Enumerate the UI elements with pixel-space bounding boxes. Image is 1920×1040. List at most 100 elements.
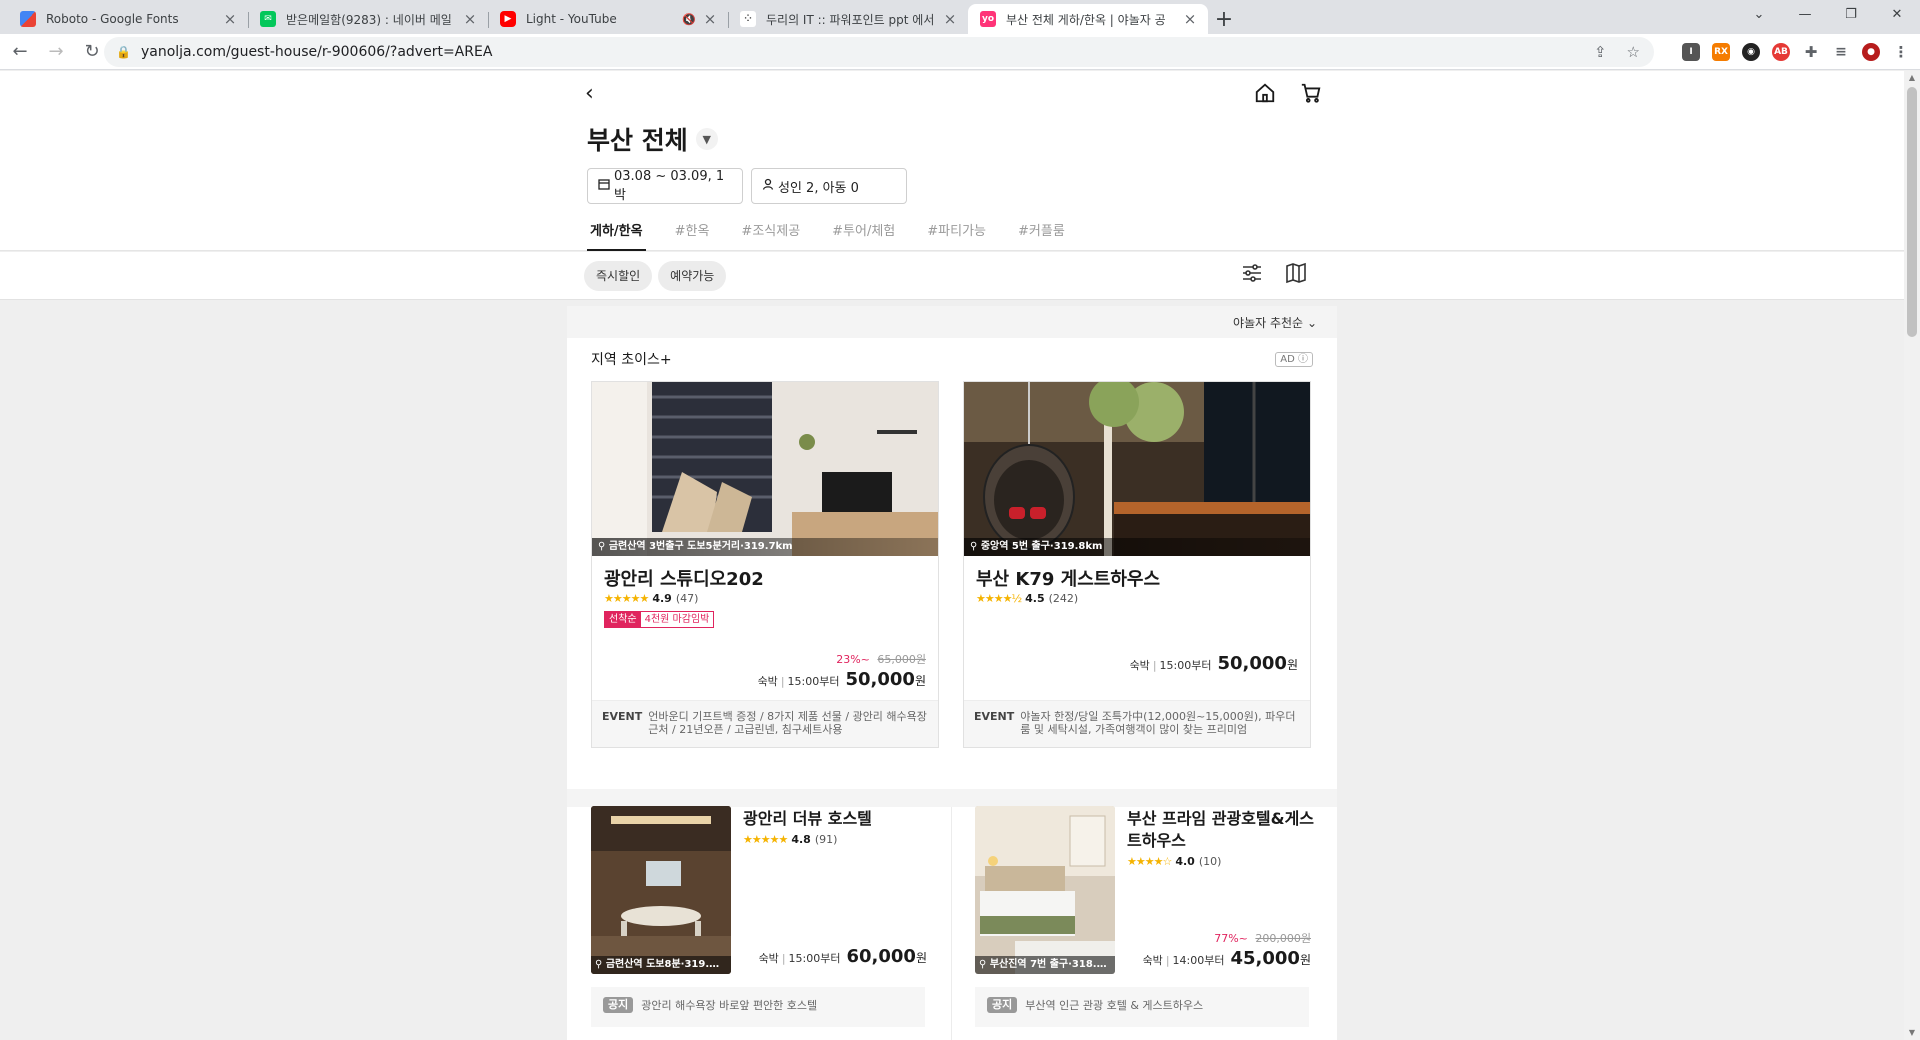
ad-badge[interactable]: AD ⓘ (1275, 352, 1313, 367)
pin-icon: ⚲ (970, 541, 978, 552)
price: 45,000 (1230, 948, 1300, 969)
close-tab-icon[interactable]: × (222, 10, 238, 28)
review-count: (10) (1198, 855, 1222, 868)
sort-dropdown[interactable]: 야놀자 추천순 ⌄ (567, 306, 1337, 338)
close-window-icon[interactable]: ✕ (1874, 0, 1920, 30)
browser-tab-yanolja[interactable]: yo 부산 전체 게하/한옥 | 야놀자 공 × (968, 4, 1208, 34)
yanolja-favicon-icon: yo (980, 11, 996, 27)
tab-tour[interactable]: #투어/체험 (829, 221, 898, 251)
stay-label: 숙박 (1142, 954, 1163, 967)
room-photo: ⚲ 중앙역 5번 출구·319.8km (964, 382, 1310, 556)
new-tab-button[interactable]: + (1208, 4, 1240, 34)
room-thumbnail: ⚲ 금련산역 도보8분·319.… (591, 806, 731, 974)
youtube-favicon-icon: ▶ (500, 11, 516, 27)
stay-label: 숙박 (1129, 659, 1150, 672)
browser-menu-icon[interactable]: ⋮ (1892, 43, 1910, 61)
browser-tab-duri-it[interactable]: ⁘ 두리의 IT :: 파워포인트 ppt 에서 × (728, 4, 968, 34)
promo-badge: 선착순 4천원 마감임박 (604, 611, 715, 628)
page-viewport: ‹ 부산 전체 ▼ 03.08 ~ 03.09, 1박 성인 2, 아동 0 게… (0, 71, 1904, 1040)
tab-hanok[interactable]: #한옥 (672, 221, 713, 251)
extension-icon[interactable]: RX (1712, 43, 1730, 61)
lock-icon[interactable]: 🔒 (116, 45, 131, 59)
room-thumbnail: ⚲ 부산진역 7번 출구·318.… (975, 806, 1115, 974)
property-name: 광안리 스튜디오202 (604, 569, 764, 590)
map-icon[interactable] (1284, 261, 1308, 289)
tab-guesthouse-hanok[interactable]: 게하/한옥 (587, 221, 646, 251)
location-text: 중앙역 5번 출구·319.8km (980, 541, 1103, 552)
region-selector[interactable]: 부산 전체 ▼ (587, 121, 718, 157)
date-filter-button[interactable]: 03.08 ~ 03.09, 1박 (587, 168, 743, 204)
extension-icon[interactable]: I (1682, 43, 1700, 61)
location-label: ⚲ 부산진역 7번 출구·318.… (975, 956, 1115, 974)
event-label: EVENT (602, 710, 643, 723)
back-arrow-icon[interactable]: ← (4, 36, 36, 68)
address-bar[interactable]: 🔒 yanolja.com/guest-house/r-900606/?adve… (104, 37, 1654, 67)
close-tab-icon[interactable]: × (1182, 10, 1198, 28)
notice-tag: 공지 (987, 997, 1018, 1013)
price-block: 숙박 | 15:00부터 60,000원 (758, 946, 927, 967)
browser-tab-youtube[interactable]: ▶ Light - YouTube 🔇 × (488, 4, 728, 34)
browser-tab-naver-mail[interactable]: ✉ 받은메일함(9283) : 네이버 메일 × (248, 4, 488, 34)
list-item[interactable]: ⚲ 부산진역 7번 출구·318.… 부산 프라임 관광호텔&게스트하우스 ★★… (975, 806, 1335, 1036)
tab-search-icon[interactable]: ⌄ (1736, 0, 1782, 30)
restore-icon[interactable]: ❐ (1828, 0, 1874, 30)
featured-card[interactable]: ⚲ 금련산역 3번출구 도보5분거리·319.7km 광안리 스튜디오202 ★… (591, 381, 939, 748)
browser-tab-google-fonts[interactable]: Roboto - Google Fonts × (8, 4, 248, 34)
location-label: ⚲ 중앙역 5번 출구·319.8km (964, 538, 1310, 556)
featured-card[interactable]: ⚲ 중앙역 5번 출구·319.8km 부산 K79 게스트하우스 ★★★★½ … (963, 381, 1311, 748)
star-rating-icon: ★★★★☆ (1127, 855, 1172, 868)
filter-sliders-icon[interactable] (1240, 261, 1264, 289)
window-controls: ⌄ — ❐ ✕ (1736, 0, 1920, 30)
profile-avatar-icon[interactable]: ● (1862, 43, 1880, 61)
extension-icon[interactable]: ◉ (1742, 43, 1760, 61)
tistory-favicon-icon: ⁘ (740, 11, 756, 27)
discount-rate: 23%~ (836, 653, 870, 666)
naver-mail-favicon-icon: ✉ (260, 11, 276, 27)
price-block: 77%~ 200,000원 숙박 | 14:00부터 45,000원 (1142, 932, 1311, 969)
scroll-up-arrow-icon[interactable]: ▲ (1904, 71, 1920, 85)
back-chevron-icon[interactable]: ‹ (585, 81, 594, 106)
notice-text: 광안리 해수욕장 바로앞 편안한 호스텔 (641, 999, 818, 1012)
page-scrollbar[interactable]: ▲ ▼ (1904, 71, 1920, 1040)
close-tab-icon[interactable]: × (702, 10, 718, 28)
chip-instant-discount[interactable]: 즉시할인 (584, 261, 653, 291)
chevron-down-icon: ⌄ (1306, 316, 1317, 330)
extension-icon[interactable]: AB (1772, 43, 1790, 61)
scrollbar-thumb[interactable] (1907, 87, 1917, 337)
puzzle-extensions-icon[interactable]: ✚ (1802, 43, 1820, 61)
scroll-down-arrow-icon[interactable]: ▼ (1904, 1026, 1920, 1040)
google-fonts-favicon-icon (20, 11, 36, 27)
price: 50,000 (1217, 653, 1287, 674)
event-text: 언바운디 기프트백 증정 / 8가지 제품 선물 / 광안리 해수욕장 근처 /… (648, 710, 927, 736)
minimize-icon[interactable]: — (1782, 0, 1828, 30)
location-text: 부산진역 7번 출구·318.… (989, 959, 1107, 970)
rating: ★★★★½ 4.5 (242) (976, 592, 1078, 605)
browser-toolbar: ← → ↻ 🔒 yanolja.com/guest-house/r-900606… (0, 34, 1920, 70)
browser-tab-bar: Roboto - Google Fonts × ✉ 받은메일함(9283) : … (0, 0, 1920, 34)
stay-label: 숙박 (757, 675, 778, 688)
category-tabs: 게하/한옥 #한옥 #조식제공 #투어/체험 #파티가능 #커플룸 (587, 221, 1068, 251)
guest-filter-button[interactable]: 성인 2, 아동 0 (751, 168, 907, 204)
notice: 공지 광안리 해수욕장 바로앞 편안한 호스텔 (591, 987, 925, 1027)
price: 50,000 (845, 669, 915, 690)
tab-couple-room[interactable]: #커플룸 (1015, 221, 1068, 251)
close-tab-icon[interactable]: × (942, 10, 958, 28)
speaker-muted-icon[interactable]: 🔇 (682, 13, 696, 26)
event-info: EVENT 야놀자 한정/당일 조특가中(12,000원~15,000원), 파… (964, 700, 1310, 747)
ad-label: AD (1280, 354, 1295, 365)
tab-title: 부산 전체 게하/한옥 | 야놀자 공 (1006, 12, 1166, 27)
forward-arrow-icon[interactable]: → (40, 36, 72, 68)
section-divider (567, 789, 1337, 807)
tab-party[interactable]: #파티가능 (924, 221, 989, 251)
reading-list-icon[interactable]: ≡ (1832, 43, 1850, 61)
stay-label: 숙박 (758, 952, 779, 965)
chip-bookable[interactable]: 예약가능 (658, 261, 727, 291)
date-filter-label: 03.08 ~ 03.09, 1박 (614, 169, 725, 203)
list-item[interactable]: ⚲ 금련산역 도보8분·319.… 광안리 더뷰 호스텔 ★★★★★ 4.8 (… (591, 806, 951, 1036)
tab-breakfast[interactable]: #조식제공 (738, 221, 803, 251)
share-icon[interactable]: ⇪ (1594, 43, 1607, 61)
bookmark-star-icon[interactable]: ☆ (1627, 43, 1640, 61)
home-icon[interactable] (1253, 81, 1277, 105)
close-tab-icon[interactable]: × (462, 10, 478, 28)
cart-icon[interactable] (1299, 81, 1323, 105)
